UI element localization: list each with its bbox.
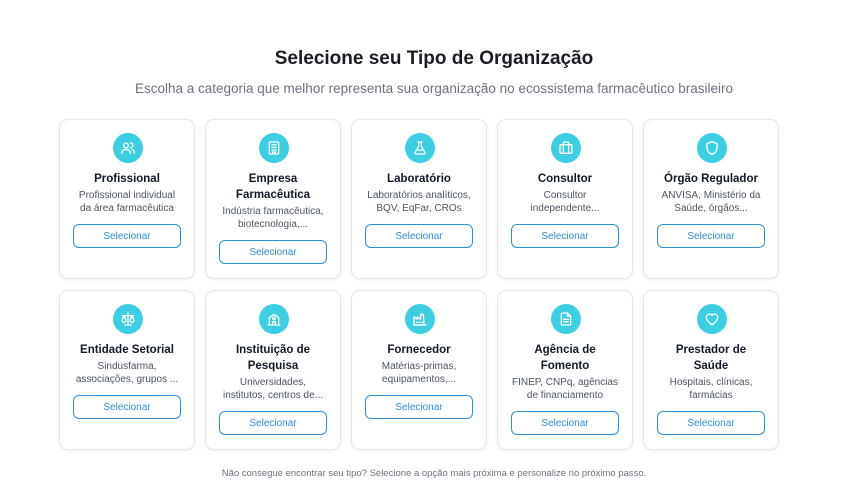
card-description: Sindusfarma, associações, grupos ... [75,361,179,385]
card-laboratorio[interactable]: Laboratório Laboratórios analíticos, BQV,… [351,119,487,279]
briefcase-icon [551,133,581,163]
card-description: Profissional individual da área farmacêut… [78,190,176,214]
card-title: Agência de Fomento [534,344,596,372]
card-description: ANVISA, Ministério da Saúde, órgãos... [661,190,761,214]
flask-icon [405,133,435,163]
card-entidade-setorial[interactable]: Entidade Setorial Sindusfarma, associaçõe… [59,290,195,450]
card-title: Laboratório [387,173,451,185]
card-agencia-de-fomento[interactable]: Agência de Fomento FINEP, CNPq, agências d… [497,290,633,450]
select-button[interactable]: Selecionar [73,395,181,419]
card-title: Consultor [537,173,593,185]
building-icon [259,133,289,163]
select-button[interactable]: Selecionar [657,224,765,248]
select-button[interactable]: Selecionar [657,411,765,435]
card-description: Consultor independente... [530,190,600,214]
card-description: Universidades, institutos, centros de... [222,377,324,401]
card-fornecedor[interactable]: Fornecedor Matérias-primas, equipamentos,… [351,290,487,450]
card-consultor[interactable]: Consultor Consultor independente... Selec… [497,119,633,279]
select-button[interactable]: Selecionar [511,411,619,435]
card-title: Fornecedor [387,344,451,356]
page-subtitle: Escolha a categoria que melhor represent… [134,81,734,96]
card-title: Órgão Regulador [664,173,758,185]
heart-icon [697,304,727,334]
select-button[interactable]: Selecionar [365,395,473,419]
card-description: Indústria farmacêutica, biotecnologia,... [222,206,324,230]
card-description: FINEP, CNPq, agências de financiamento [512,377,618,401]
select-button[interactable]: Selecionar [365,224,473,248]
organization-type-grid: Profissional Profissional individual da á… [59,119,779,450]
card-prestador-de-saude[interactable]: Prestador de Saúde Hospitais, clínicas, fa… [643,290,779,450]
card-empresa-farmaceutica[interactable]: Empresa Farmacêutica Indústria farmacêuti… [205,119,341,279]
document-icon [551,304,581,334]
card-description: Hospitais, clínicas, farmácias [669,377,753,401]
card-description: Matérias-primas, equipamentos,... [381,361,457,385]
card-instituicao-de-pesquisa[interactable]: Instituição de Pesquisa Universidades, ins… [205,290,341,450]
footer-note: Não consegue encontrar seu tipo? Selecio… [221,468,647,479]
select-button[interactable]: Selecionar [511,224,619,248]
card-title: Instituição de Pesquisa [235,344,311,372]
page-title: Selecione seu Tipo de Organização [274,48,594,69]
card-title: Entidade Setorial [80,344,174,356]
card-description: Laboratórios analíticos, BQV, EqFar, CROs [367,190,471,214]
select-button[interactable]: Selecionar [219,411,327,435]
select-button[interactable]: Selecionar [73,224,181,248]
card-title: Profissional [94,173,160,185]
card-title: Empresa Farmacêutica [235,173,311,201]
scale-icon [113,304,143,334]
school-icon [259,304,289,334]
factory-icon [405,304,435,334]
card-orgao-regulador[interactable]: Órgão Regulador ANVISA, Ministério da Saú… [643,119,779,279]
card-profissional[interactable]: Profissional Profissional individual da á… [59,119,195,279]
shield-icon [697,133,727,163]
select-button[interactable]: Selecionar [219,240,327,264]
users-icon [113,133,143,163]
card-title: Prestador de Saúde [675,344,747,372]
